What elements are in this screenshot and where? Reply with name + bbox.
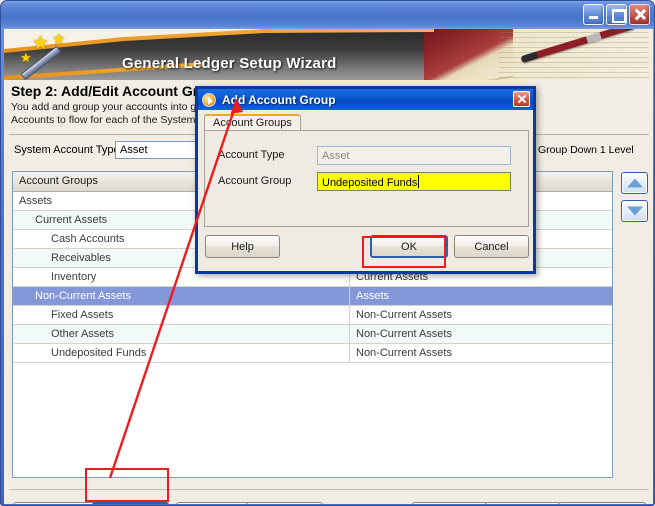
maximize-icon[interactable] (606, 4, 627, 25)
dialog-tabstrip: Account Groups (204, 114, 529, 131)
footer-divider (9, 489, 649, 490)
table-row[interactable]: Non-Current Assets Assets (13, 287, 612, 306)
group-level-label: Group Down 1 Level (538, 144, 634, 156)
wizard-play-icon (202, 92, 216, 107)
banner-photo (385, 29, 653, 80)
dialog-ok-label: OK (401, 240, 417, 253)
grid-cell-account-group: Undeposited Funds (13, 344, 350, 362)
add-account-group-dialog: Add Account Group Account Groups Account… (195, 86, 536, 274)
wizard-banner: ★ ★ ★ General Ledger Setup Wizard (4, 29, 653, 80)
grid-cell-parent-group: Non-Current Assets (356, 309, 452, 321)
account-type-field: Asset (317, 146, 511, 165)
magic-wand-icon: ★ ★ ★ (14, 31, 84, 80)
next-button[interactable]: Next > (485, 502, 562, 504)
account-group-label: Account Group (218, 175, 292, 187)
edit-button[interactable]: Edit (176, 502, 253, 504)
text-caret (418, 175, 420, 188)
grid-cell-parent-group: Non-Current Assets (356, 347, 452, 359)
help-button[interactable]: ? F1 - Help (13, 502, 97, 504)
grid-cell-parent-group: Non-Current Assets (356, 328, 452, 340)
dialog-help-label: Help (231, 240, 254, 253)
grid-cell-account-group: Fixed Assets (13, 306, 350, 324)
dialog-cancel-label: Cancel (474, 240, 509, 253)
account-type-label: Account Type (218, 149, 285, 161)
table-row[interactable]: Undeposited Funds Non-Current Assets (13, 344, 612, 363)
dialog-help-button[interactable]: Help (205, 235, 280, 258)
system-account-type-label: System Account Type (14, 144, 120, 156)
table-row[interactable]: Fixed Assets Non-Current Assets (13, 306, 612, 325)
window-frame: ★ ★ ★ General Ledger Setup Wizard Step 2… (0, 0, 655, 506)
dialog-ok-button[interactable]: OK (370, 235, 448, 258)
delete-button[interactable]: Delete (246, 502, 323, 504)
star-icon: ★ (52, 31, 66, 48)
dialog-cancel-button[interactable]: Cancel (454, 235, 529, 258)
move-down-button[interactable] (621, 200, 648, 222)
tab-account-groups[interactable]: Account Groups (204, 114, 301, 131)
close-icon[interactable] (629, 4, 650, 25)
triangle-up-icon (626, 178, 643, 188)
grid-cell-account-group: Other Assets (13, 325, 350, 343)
dialog-close-icon[interactable] (513, 91, 530, 107)
move-up-button[interactable] (621, 172, 648, 194)
build-button: Build (558, 502, 646, 504)
dialog-titlebar: Add Account Group (198, 89, 533, 110)
table-row[interactable]: Other Assets Non-Current Assets (13, 325, 612, 344)
back-button[interactable]: < Back (412, 502, 489, 504)
dialog-title: Add Account Group (222, 92, 336, 107)
window-controls (583, 4, 650, 25)
page-title: Step 2: Add/Edit Account Gro (11, 83, 207, 99)
star-icon: ★ (32, 33, 50, 54)
application-window: ★ ★ ★ General Ledger Setup Wizard Step 2… (0, 0, 655, 506)
minimize-icon[interactable] (583, 4, 604, 25)
client-area: ★ ★ ★ General Ledger Setup Wizard Step 2… (4, 29, 653, 504)
new-button[interactable]: New (92, 502, 169, 504)
star-icon: ★ (20, 50, 32, 65)
window-titlebar (1, 1, 654, 29)
banner-title: General Ledger Setup Wizard (122, 55, 337, 72)
triangle-down-icon (626, 206, 643, 216)
account-group-input-value: Undeposited Funds (322, 177, 418, 189)
grid-cell-account-group: Non-Current Assets (13, 287, 350, 305)
grid-cell-parent-group: Assets (356, 290, 390, 302)
account-group-input[interactable]: Undeposited Funds (317, 172, 511, 191)
